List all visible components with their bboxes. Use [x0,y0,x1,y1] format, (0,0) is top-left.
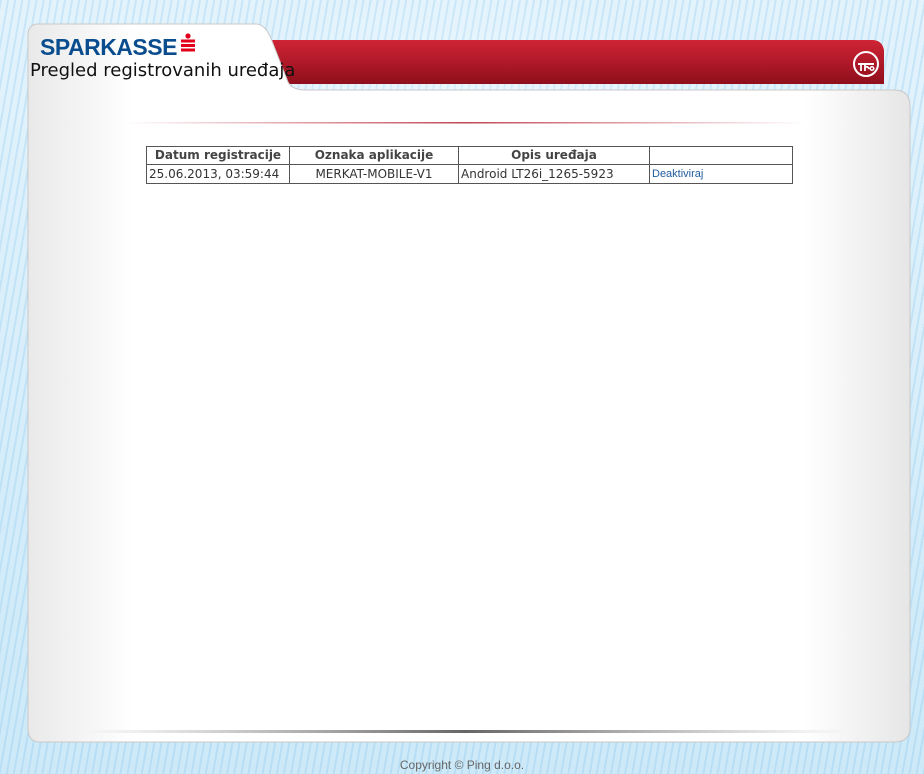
table-header-row: Datum registracije Oznaka aplikacije Opi… [146,146,793,165]
column-header-description: Opis uređaja [458,146,650,165]
devices-table: Datum registracije Oznaka aplikacije Opi… [146,146,793,184]
sparkasse-s-icon [180,32,195,51]
device-description-cell: Android LT26i_1265-5923 [458,164,650,184]
panel-background [27,23,911,743]
copyright-footer: Copyright © Ping d.o.o. [399,758,525,772]
ping-logo-icon [853,51,879,77]
device-list: Datum registracije Oznaka aplikacije Opi… [146,146,793,184]
brand-name: SPARKASSE [40,34,177,60]
column-header-date: Datum registracije [146,146,290,165]
sparkasse-logo: SPARKASSE [40,32,195,61]
column-header-action [649,146,793,165]
app-label-cell: MERKAT-MOBILE-V1 [289,164,459,184]
main-panel: SPARKASSE Pregled registrovanih uređaja … [26,22,912,744]
registration-date-cell: 25.06.2013, 03:59:44 [146,164,290,184]
column-header-app: Oznaka aplikacije [289,146,459,165]
action-cell: Deaktiviraj [649,164,793,184]
table-row: 25.06.2013, 03:59:44 MERKAT-MOBILE-V1 An… [146,164,793,184]
page-title: Pregled registrovanih uređaja [30,60,296,81]
deactivate-link[interactable]: Deaktiviraj [652,168,703,180]
